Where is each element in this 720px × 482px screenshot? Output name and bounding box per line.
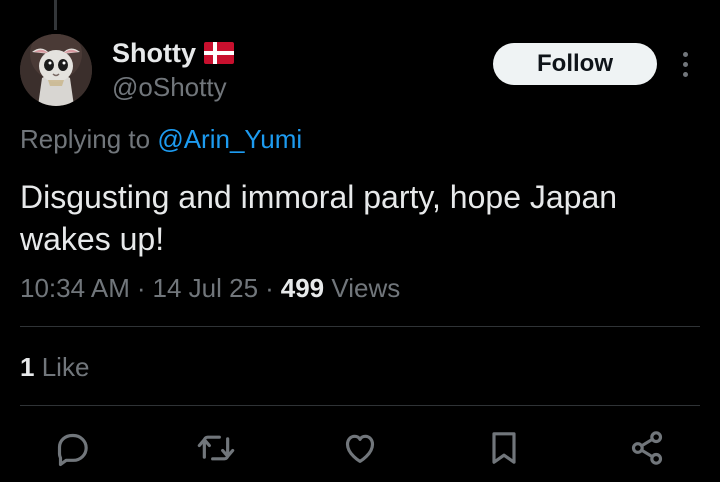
share-icon — [631, 431, 663, 465]
divider — [20, 405, 700, 406]
more-options-button[interactable] — [672, 48, 698, 80]
tweet-text: Disgusting and immoral party, hope Japan… — [20, 179, 618, 257]
more-dot-icon — [682, 51, 688, 57]
replying-to-mention-link[interactable]: @Arin_Yumi — [157, 124, 302, 154]
tweet-time[interactable]: 10:34 AM — [20, 273, 130, 304]
heart-icon — [345, 434, 375, 463]
tweet-date[interactable]: 14 Jul 25 — [153, 273, 259, 304]
bookmark-button[interactable] — [484, 428, 524, 468]
divider — [20, 326, 700, 327]
follow-button[interactable]: Follow — [493, 43, 657, 85]
meta-separator: · — [265, 273, 274, 303]
reply-button[interactable] — [52, 428, 92, 468]
retweet-icon — [197, 435, 235, 461]
avatar-illustration — [20, 34, 92, 106]
share-button[interactable] — [627, 428, 667, 468]
author-handle[interactable]: @oShotty — [112, 72, 227, 103]
likes-summary[interactable]: 1 Like — [20, 352, 89, 383]
like-button[interactable] — [340, 428, 380, 468]
bookmark-icon — [492, 432, 516, 464]
meta-separator: · — [136, 273, 146, 303]
tweet-detail: Shotty @oShotty Follow Replying to @Arin… — [0, 0, 720, 482]
author-name-row: Shotty — [112, 36, 234, 70]
retweet-button[interactable] — [196, 428, 236, 468]
views-label: Views — [331, 273, 401, 303]
likes-label: Like — [41, 352, 90, 382]
avatar[interactable] — [20, 34, 92, 106]
replying-to-prefix: Replying to — [20, 124, 151, 154]
likes-count: 1 — [20, 352, 35, 382]
reply-icon — [57, 433, 88, 467]
tweet-meta: 10:34 AM · 14 Jul 25 · 499 Views — [20, 273, 400, 304]
author-display-name[interactable]: Shotty — [112, 38, 196, 69]
denmark-flag-icon — [204, 42, 234, 64]
more-dot-icon — [682, 71, 688, 77]
views-count: 499 — [280, 273, 325, 303]
thread-connector-line — [54, 0, 57, 30]
more-dot-icon — [682, 61, 688, 67]
replying-to: Replying to @Arin_Yumi — [20, 124, 302, 155]
